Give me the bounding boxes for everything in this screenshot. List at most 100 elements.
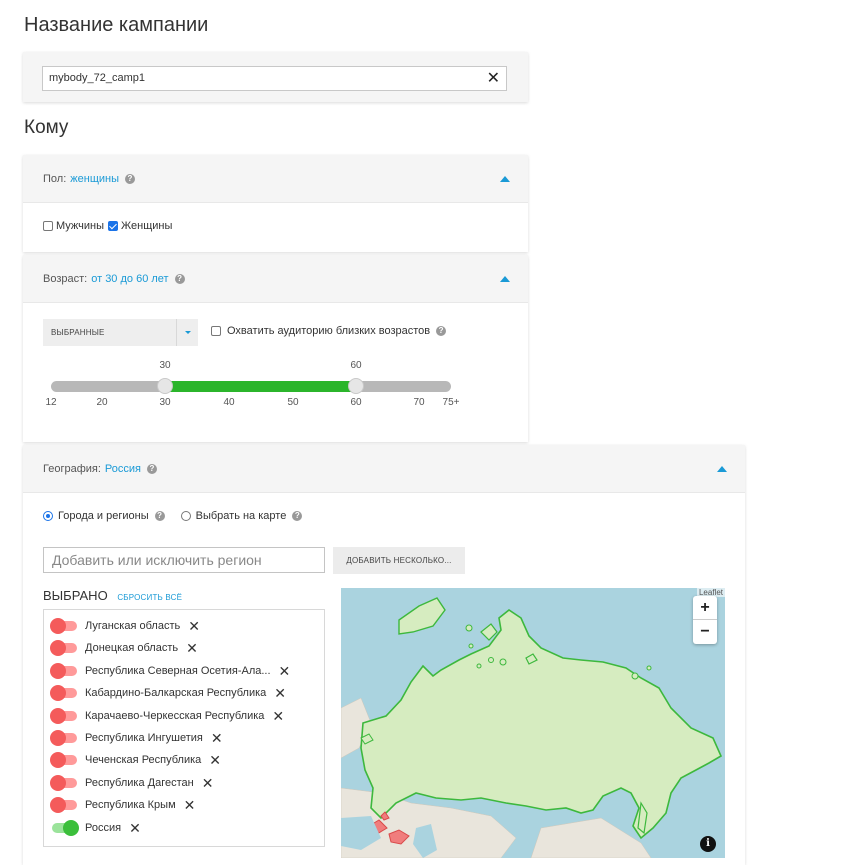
geography-panel-header[interactable]: География: Россия ? bbox=[23, 445, 745, 493]
help-icon[interactable]: ? bbox=[292, 511, 303, 521]
map-select-radio[interactable] bbox=[180, 511, 191, 521]
selected-region-item: Чеченская Республика ✕ bbox=[50, 752, 221, 769]
help-icon[interactable]: ? bbox=[125, 173, 135, 184]
age-tick-label: 60 bbox=[350, 397, 362, 408]
region-include-toggle[interactable] bbox=[50, 662, 77, 679]
campaign-name-input[interactable]: mybody_72_camp1 ✕ bbox=[42, 66, 507, 91]
similar-ages-checkbox[interactable] bbox=[211, 326, 221, 336]
zoom-out-button[interactable]: − bbox=[693, 620, 717, 644]
age-body: ВЫБРАННЫЕ Охватить аудиторию близких воз… bbox=[23, 303, 528, 442]
map-zoom-control: + − bbox=[693, 596, 717, 644]
cities-regions-radio[interactable] bbox=[43, 511, 53, 521]
remove-region-icon[interactable]: ✕ bbox=[274, 686, 286, 700]
collapse-caret-icon[interactable] bbox=[500, 276, 510, 282]
toggle-knob bbox=[50, 618, 66, 634]
selected-region-item: Кабардино-Балкарская Республика ✕ bbox=[50, 685, 286, 702]
region-include-toggle[interactable] bbox=[50, 730, 77, 746]
toggle-knob bbox=[50, 774, 66, 791]
remove-region-icon[interactable]: ✕ bbox=[209, 753, 221, 767]
geography-panel: География: Россия ? Города и регионы ? В… bbox=[23, 445, 745, 865]
clear-icon[interactable]: ✕ bbox=[487, 71, 500, 87]
region-include-toggle[interactable] bbox=[52, 819, 79, 836]
remove-region-icon[interactable]: ✕ bbox=[202, 776, 214, 790]
age-max-value: 60 bbox=[350, 360, 362, 371]
region-include-toggle[interactable] bbox=[50, 797, 77, 814]
men-label: Мужчины bbox=[56, 220, 105, 232]
info-icon[interactable]: i bbox=[700, 836, 716, 852]
age-panel-header[interactable]: Возраст: от 30 до 60 лет ? bbox=[23, 255, 528, 303]
region-label: Республика Ингушетия bbox=[85, 732, 203, 744]
region-include-toggle[interactable] bbox=[50, 618, 77, 634]
collapse-caret-icon[interactable] bbox=[500, 176, 510, 182]
campaign-name-panel: mybody_72_camp1 ✕ bbox=[23, 52, 528, 102]
age-label: Возраст: bbox=[43, 272, 88, 285]
gender-label: Пол: bbox=[43, 172, 67, 185]
gender-value: женщины bbox=[70, 172, 119, 185]
region-include-toggle[interactable] bbox=[50, 752, 77, 769]
age-value: от 30 до 60 лет bbox=[91, 272, 169, 285]
selected-region-item: Россия ✕ bbox=[52, 819, 141, 836]
age-mode-select[interactable]: ВЫБРАННЫЕ bbox=[43, 319, 198, 346]
region-label: Республика Северная Осетия-Ала... bbox=[85, 664, 271, 677]
remove-region-icon[interactable]: ✕ bbox=[184, 798, 196, 812]
toggle-knob bbox=[50, 797, 66, 814]
women-label: Женщины bbox=[121, 220, 173, 232]
help-icon[interactable]: ? bbox=[174, 273, 185, 284]
geography-label: География: bbox=[43, 462, 101, 475]
age-panel: Возраст: от 30 до 60 лет ? ВЫБРАННЫЕ Охв… bbox=[23, 255, 528, 442]
reset-all-link[interactable]: СБРОСИТЬ ВСЁ bbox=[117, 593, 182, 602]
age-tick-label: 30 bbox=[159, 397, 171, 408]
selected-label: ВЫБРАНО bbox=[43, 588, 108, 603]
toggle-knob bbox=[63, 819, 79, 836]
audience-heading: Кому bbox=[24, 117, 69, 138]
age-tick-label: 40 bbox=[223, 397, 235, 408]
toggle-knob bbox=[50, 640, 66, 657]
remove-region-icon[interactable]: ✕ bbox=[211, 731, 223, 745]
campaign-name-heading: Название кампании bbox=[24, 14, 209, 36]
region-label: Луганская область bbox=[85, 620, 181, 632]
toggle-knob bbox=[50, 752, 66, 769]
zoom-in-button[interactable]: + bbox=[693, 596, 717, 620]
help-icon[interactable]: ? bbox=[154, 511, 165, 521]
selected-region-item: Республика Крым ✕ bbox=[50, 797, 196, 814]
region-include-toggle[interactable] bbox=[50, 774, 77, 791]
region-label: Чеченская Республика bbox=[85, 754, 202, 767]
age-max-handle[interactable] bbox=[348, 378, 364, 394]
help-icon[interactable]: ? bbox=[436, 326, 447, 336]
collapse-caret-icon[interactable] bbox=[717, 466, 727, 472]
region-label: Республика Дагестан bbox=[85, 776, 194, 789]
remove-region-icon[interactable]: ✕ bbox=[272, 709, 284, 723]
region-include-toggle[interactable] bbox=[50, 707, 77, 724]
region-label: Донецкая область bbox=[85, 642, 179, 655]
region-label: Кабардино-Балкарская Республика bbox=[85, 687, 267, 700]
region-map[interactable]: Leaflet + − i bbox=[341, 588, 725, 858]
map-canvas[interactable] bbox=[341, 588, 725, 858]
region-include-toggle[interactable] bbox=[50, 640, 77, 657]
selected-region-item: Республика Дагестан ✕ bbox=[50, 774, 214, 791]
gender-panel-header[interactable]: Пол: женщины ? bbox=[23, 155, 528, 203]
selected-region-item: Луганская область ✕ bbox=[50, 618, 200, 634]
age-tick-label: 50 bbox=[287, 397, 299, 408]
age-min-handle[interactable] bbox=[157, 378, 173, 394]
age-range-slider[interactable]: 30 60 bbox=[51, 360, 451, 394]
region-search-input[interactable]: Добавить или исключить регион bbox=[43, 547, 325, 573]
remove-region-icon[interactable]: ✕ bbox=[129, 821, 141, 835]
toggle-knob bbox=[50, 730, 66, 746]
chevron-down-icon[interactable] bbox=[176, 319, 198, 346]
selected-heading: ВЫБРАНО СБРОСИТЬ ВСЁ bbox=[43, 588, 182, 603]
age-tick-label: 70 bbox=[413, 397, 425, 408]
remove-region-icon[interactable]: ✕ bbox=[279, 664, 291, 678]
age-min-value: 30 bbox=[159, 360, 171, 371]
women-checkbox[interactable] bbox=[108, 221, 119, 231]
help-icon[interactable]: ? bbox=[147, 463, 157, 474]
remove-region-icon[interactable]: ✕ bbox=[188, 619, 200, 633]
remove-region-icon[interactable]: ✕ bbox=[186, 641, 198, 655]
region-label: Республика Крым bbox=[85, 799, 176, 812]
men-checkbox[interactable] bbox=[43, 221, 53, 231]
age-mode-value: ВЫБРАННЫЕ bbox=[51, 328, 105, 337]
add-many-button[interactable]: ДОБАВИТЬ НЕСКОЛЬКО... bbox=[333, 547, 465, 574]
region-include-toggle[interactable] bbox=[50, 685, 77, 702]
cities-regions-label: Города и регионы bbox=[58, 510, 149, 522]
selected-region-item: Донецкая область ✕ bbox=[50, 640, 198, 657]
similar-ages-option: Охватить аудиторию близких возрастов ? bbox=[211, 325, 447, 337]
